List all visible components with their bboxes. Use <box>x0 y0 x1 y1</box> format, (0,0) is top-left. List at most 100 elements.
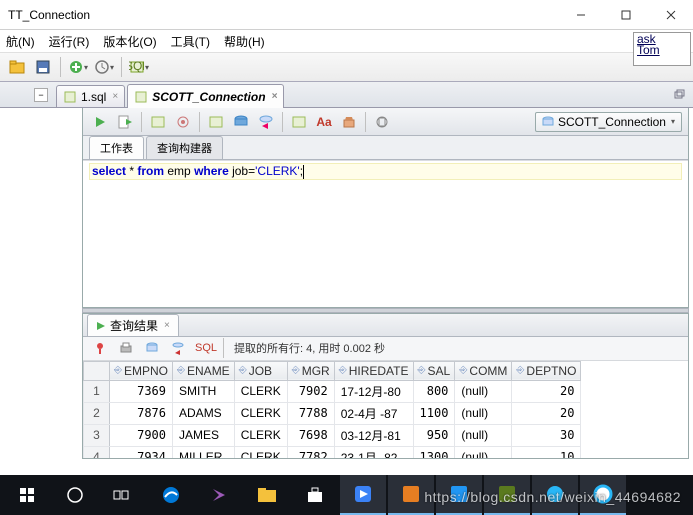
close-icon[interactable]: × <box>164 320 170 331</box>
svg-text:Aa: Aa <box>316 115 332 129</box>
col-hiredate[interactable]: ⎆HIREDATE <box>334 361 413 380</box>
window-titlebar: TT_Connection <box>0 0 693 30</box>
app-orange-icon[interactable] <box>388 475 434 515</box>
app-misc2-icon[interactable] <box>580 475 626 515</box>
open-file-icon[interactable] <box>6 56 28 78</box>
save-icon[interactable] <box>32 56 54 78</box>
refresh-icon[interactable] <box>167 337 189 359</box>
subtab-worksheet[interactable]: 工作表 <box>89 136 144 159</box>
results-tab-label: 查询结果 <box>110 317 158 334</box>
col-mgr[interactable]: ⎆MGR <box>287 361 334 380</box>
col-sal[interactable]: ⎆SAL <box>413 361 455 380</box>
col-deptno[interactable]: ⎆DEPTNO <box>512 361 581 380</box>
maximize-button[interactable] <box>603 0 648 30</box>
pin-icon[interactable] <box>89 337 111 359</box>
start-button[interactable] <box>4 475 50 515</box>
history-icon[interactable]: ▾ <box>93 56 115 78</box>
run-statement-icon[interactable] <box>89 111 111 133</box>
menubar: 航(N) 运行(R) 版本化(O) 工具(T) 帮助(H) <box>0 30 693 52</box>
restore-panel-icon[interactable] <box>671 86 687 102</box>
col-rownum[interactable] <box>84 361 110 380</box>
asktom-panel[interactable]: ask Tom <box>633 32 691 66</box>
sql-editor[interactable]: select * from emp where job='CLERK'; <box>83 160 688 307</box>
export-icon[interactable] <box>141 337 163 359</box>
col-empno[interactable]: ⎆EMPNO <box>110 361 173 380</box>
menu-help[interactable]: 帮助(H) <box>218 31 271 52</box>
tab-sql-file[interactable]: 1.sql × <box>56 85 125 107</box>
minimize-button[interactable] <box>558 0 603 30</box>
results-tab[interactable]: 查询结果 × <box>87 314 179 337</box>
tab-sql-file-label: 1.sql <box>81 90 106 104</box>
clear-icon[interactable] <box>338 111 360 133</box>
col-ename[interactable]: ⎆ENAME <box>173 361 235 380</box>
results-tabbar: 查询结果 × <box>83 314 688 337</box>
sql-worksheet-icon[interactable]: SQL▾ <box>128 56 150 78</box>
file-tabstrip: − 1.sql × SCOTT_Connection × <box>0 82 693 108</box>
menu-version[interactable]: 版本化(O) <box>97 31 162 52</box>
col-job[interactable]: ⎆JOB <box>234 361 287 380</box>
subtab-query-builder[interactable]: 查询构建器 <box>146 136 223 159</box>
asktom-line2: Tom <box>637 45 687 56</box>
col-comm[interactable]: ⎆COMM <box>455 361 512 380</box>
separator <box>223 338 224 358</box>
app-icon[interactable] <box>340 475 386 515</box>
separator <box>365 112 366 132</box>
run-script-icon[interactable] <box>114 111 136 133</box>
app-blue-icon[interactable] <box>436 475 482 515</box>
table-row[interactable]: 37900JAMESCLERK769803-12月-81950(null)30 <box>84 424 581 446</box>
sql-file-icon <box>63 90 77 104</box>
table-row[interactable]: 27876ADAMSCLERK778802-4月 -871100(null)20 <box>84 402 581 424</box>
menu-nav[interactable]: 航(N) <box>0 31 41 52</box>
dbms-output-icon[interactable] <box>371 111 393 133</box>
app-sql-icon[interactable] <box>484 475 530 515</box>
connection-dropdown[interactable]: SCOTT_Connection ▾ <box>535 112 682 132</box>
separator <box>199 112 200 132</box>
visualstudio-icon[interactable] <box>196 475 242 515</box>
tab-connection[interactable]: SCOTT_Connection × <box>127 84 284 108</box>
sql-link[interactable]: SQL <box>195 342 217 354</box>
explain-plan-icon[interactable] <box>147 111 169 133</box>
separator <box>282 112 283 132</box>
sql-tuning-icon[interactable] <box>205 111 227 133</box>
editor-subtabs: 工作表 查询构建器 <box>83 136 688 160</box>
separator <box>141 112 142 132</box>
print-icon[interactable] <box>115 337 137 359</box>
svg-text:SQL: SQL <box>129 59 144 73</box>
commit-icon[interactable] <box>230 111 252 133</box>
unshared-sql-icon[interactable] <box>288 111 310 133</box>
connection-icon <box>134 90 148 104</box>
editor-panel: Aa SCOTT_Connection ▾ 工作表 查询构建器 select *… <box>82 108 689 308</box>
format-icon[interactable]: Aa <box>313 111 335 133</box>
chevron-down-icon: ▾ <box>671 117 675 126</box>
app-misc-icon[interactable] <box>532 475 578 515</box>
window-buttons <box>558 0 693 30</box>
rollback-icon[interactable] <box>255 111 277 133</box>
taskview-icon[interactable] <box>100 475 146 515</box>
autotrace-icon[interactable] <box>172 111 194 133</box>
editor-toolbar: Aa SCOTT_Connection ▾ <box>83 108 688 136</box>
results-panel: 查询结果 × SQL 提取的所有行: 4, 用时 0.002 秒 ⎆EMPNO … <box>82 313 689 459</box>
close-icon[interactable]: × <box>272 91 278 102</box>
results-grid[interactable]: ⎆EMPNO ⎆ENAME ⎆JOB ⎆MGR ⎆HIREDATE ⎆SAL ⎆… <box>83 361 688 458</box>
results-status: 提取的所有行: 4, 用时 0.002 秒 <box>234 340 385 356</box>
panel-min-icon[interactable]: − <box>34 88 48 102</box>
results-toolbar: SQL 提取的所有行: 4, 用时 0.002 秒 <box>83 337 688 361</box>
menu-run[interactable]: 运行(R) <box>43 31 96 52</box>
cortana-icon[interactable] <box>52 475 98 515</box>
menu-tools[interactable]: 工具(T) <box>165 31 216 52</box>
separator <box>121 57 122 77</box>
close-button[interactable] <box>648 0 693 30</box>
close-icon[interactable]: × <box>112 91 118 102</box>
connection-dropdown-label: SCOTT_Connection <box>558 115 666 129</box>
window-title: TT_Connection <box>8 8 90 22</box>
fileexplorer-icon[interactable] <box>244 475 290 515</box>
separator <box>60 57 61 77</box>
play-icon <box>96 321 106 331</box>
store-icon[interactable] <box>292 475 338 515</box>
edge-icon[interactable] <box>148 475 194 515</box>
tab-connection-label: SCOTT_Connection <box>152 90 265 104</box>
table-row[interactable]: 17369SMITHCLERK790217-12月-80800(null)20 <box>84 380 581 402</box>
table-row[interactable]: 47934MILLERCLERK778223-1月 -821300(null)1… <box>84 446 581 458</box>
main-toolbar: ▾ ▾ SQL▾ <box>0 52 693 82</box>
new-green-icon[interactable]: ▾ <box>67 56 89 78</box>
